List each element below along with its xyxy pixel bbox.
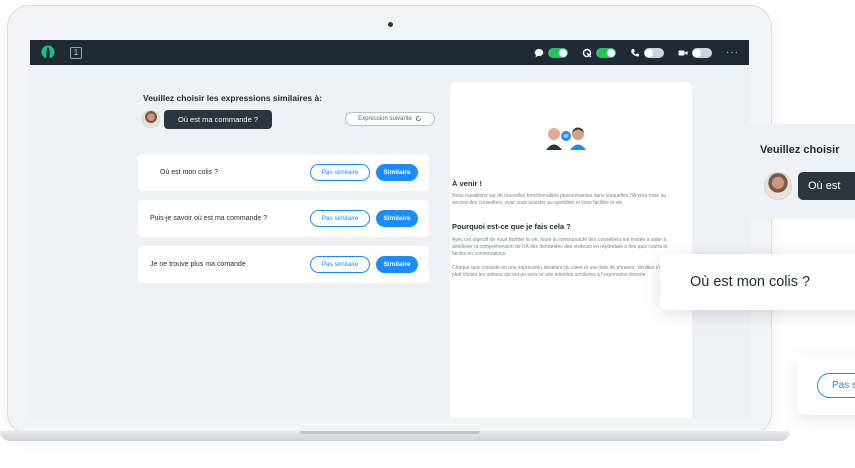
refresh-icon [415,114,422,124]
quiz-option-row: Où est mon colis ? Pas similaire Similai… [138,154,429,191]
next-expression-button[interactable]: Expression suivante [345,112,435,126]
more-icon[interactable]: ··· [726,47,739,58]
stage: 1 ··· Veuillez choisir les expressions s… [0,0,855,468]
similar-button[interactable]: Similaire [376,210,418,227]
phone-toggle[interactable] [644,47,664,58]
why-text: Avec cet objectif de vous faciliter la v… [452,237,668,257]
not-similar-button[interactable]: Pas similaire [310,256,370,273]
chat-toggle[interactable] [548,47,568,58]
upcoming-heading: À venir ! [452,179,483,188]
phone-control[interactable] [630,47,664,58]
quiz-title: Veuillez choisir les expressions similai… [143,93,323,103]
chat-control[interactable] [534,47,568,58]
similar-button[interactable]: Similaire [376,164,418,181]
conversation-counter[interactable]: 1 [70,46,82,59]
chat-bubble-icon [534,48,544,58]
zoom-title: Veuillez choisir [760,144,840,156]
upcoming-text: Nous travaillons sur de nouvelles foncti… [452,193,667,206]
not-similar-button[interactable]: Pas similaire [310,210,370,227]
video-control[interactable] [678,47,712,58]
option-text: Puis-je savoir où est ma commande ? [150,215,268,222]
zoom-not-similar-button[interactable]: Pas s [817,373,855,398]
cobrowse-icon [582,48,592,58]
chat-logo-icon[interactable] [40,45,56,61]
cobrowse-control[interactable] [582,47,616,58]
quiz-option-row: Puis-je savoir où est ma commande ? Pas … [138,200,429,237]
laptop-camera [388,22,393,27]
zoom-button-card: Pas s [797,355,855,415]
video-toggle[interactable] [692,47,712,58]
zoom-option-text: Où est mon colis ? [690,274,811,290]
quiz-explanation-text: Chaque quiz consiste en une expression a… [452,265,674,278]
channel-controls: ··· [534,47,739,58]
zoom-avatar [764,172,792,200]
cobrowse-toggle[interactable] [596,47,616,58]
app-screen: 1 ··· Veuillez choisir les expressions s… [30,40,749,418]
laptop-notch [300,431,480,434]
phone-icon [630,48,640,58]
why-heading: Pourquoi est-ce que je fais cela ? [452,222,571,231]
similar-button[interactable]: Similaire [376,256,418,273]
quiz-option-row: Je ne trouve plus ma comande Pas similai… [138,246,429,283]
option-text: Je ne trouve plus ma comande [150,261,246,268]
info-panel: À venir ! Nous travaillons sur de nouvel… [450,82,692,418]
option-text: Où est mon colis ? [160,169,218,176]
expression-bubble: Où est ma commande ? [164,110,272,129]
top-bar: 1 ··· [30,40,749,65]
zoom-title-card: Veuillez choisir Où est [740,124,855,219]
video-icon [678,48,688,58]
advisors-illustration-icon [542,124,592,154]
zoom-option-card: Où est mon colis ? [660,254,855,310]
zoom-expression-bubble: Où est [798,172,855,200]
not-similar-button[interactable]: Pas similaire [310,164,370,181]
visitor-avatar [142,110,160,128]
next-expression-label: Expression suivante [358,116,412,122]
